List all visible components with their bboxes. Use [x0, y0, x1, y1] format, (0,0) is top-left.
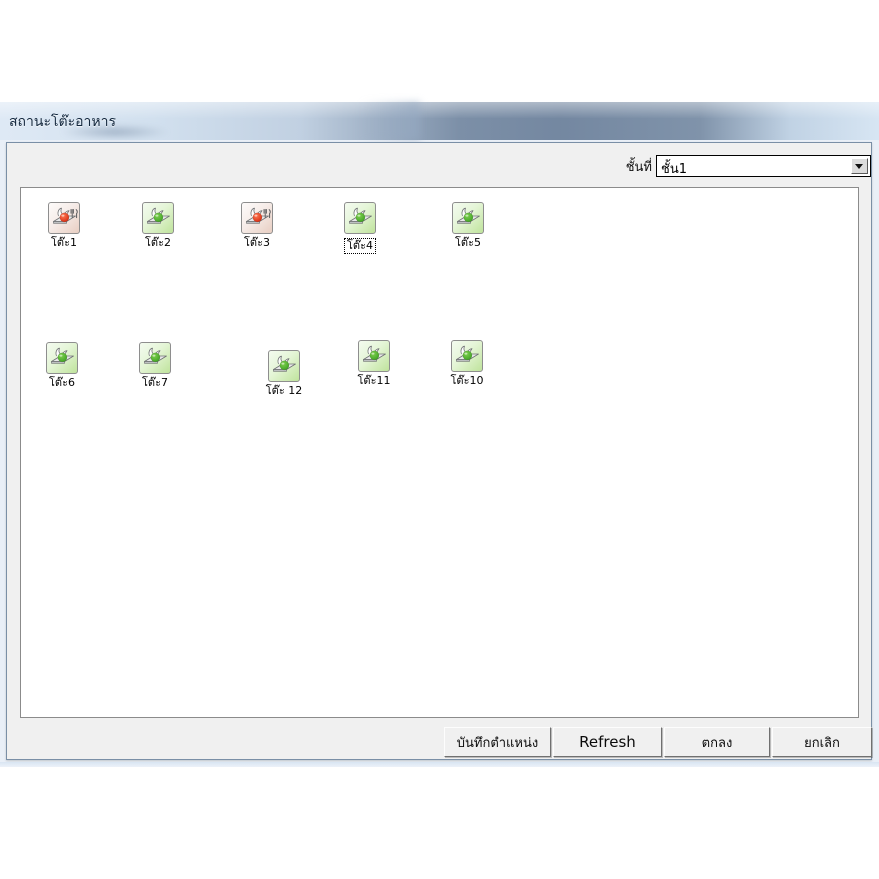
table-label-wrap: โต๊ะ4	[329, 234, 391, 254]
table-item[interactable]: โต๊ะ 12	[253, 350, 315, 398]
table-occupied-icon[interactable]	[48, 202, 80, 234]
cancel-button[interactable]: ยกเลิก	[772, 727, 872, 757]
titlebar-sheen	[0, 102, 879, 118]
table-label: โต๊ะ1	[51, 236, 77, 249]
window-bottom-edge	[0, 762, 879, 767]
table-free-icon[interactable]	[452, 202, 484, 234]
window-titlebar[interactable]: สถานะโต๊ะอาหาร	[0, 102, 879, 140]
table-item[interactable]: โต๊ะ1	[33, 202, 95, 250]
table-item[interactable]: โต๊ะ11	[343, 340, 405, 388]
table-label: โต๊ะ2	[145, 236, 171, 249]
save-position-button[interactable]: บันทึกตำแหน่ง	[444, 727, 551, 757]
window-title: สถานะโต๊ะอาหาร	[9, 114, 116, 130]
table-item[interactable]: โต๊ะ5	[437, 202, 499, 250]
table-item[interactable]: โต๊ะ7	[124, 342, 186, 390]
table-item[interactable]: โต๊ะ10	[436, 340, 498, 388]
table-label: โต๊ะ6	[49, 376, 75, 389]
table-item[interactable]: โต๊ะ2	[127, 202, 189, 250]
titlebar-blur-mid	[360, 102, 420, 140]
table-free-icon[interactable]	[139, 342, 171, 374]
table-free-icon[interactable]	[142, 202, 174, 234]
ok-button[interactable]: ตกลง	[664, 727, 770, 757]
table-label: โต๊ะ5	[455, 236, 481, 249]
table-free-icon[interactable]	[451, 340, 483, 372]
floor-select[interactable]: ชั้น1	[656, 155, 871, 177]
table-status-window: สถานะโต๊ะอาหาร ชั้นที่ ชั้น1 โต๊ะ1 โต๊ะ2 โ…	[0, 102, 879, 767]
table-label: โต๊ะ4	[344, 238, 376, 254]
tables-canvas[interactable]: โต๊ะ1 โต๊ะ2 โต๊ะ3 โต๊ะ4 โต๊ะ5 โต๊ะ6 โต๊ะ7 โต๊ะ …	[20, 187, 859, 718]
floor-label: ชั้นที่	[625, 160, 652, 175]
screen-root: สถานะโต๊ะอาหาร ชั้นที่ ชั้น1 โต๊ะ1 โต๊ะ2 โ…	[0, 0, 879, 879]
table-item[interactable]: โต๊ะ3	[226, 202, 288, 250]
client-area: ชั้นที่ ชั้น1 โต๊ะ1 โต๊ะ2 โต๊ะ3 โต๊ะ4 โต๊ะ5 โ…	[6, 142, 872, 760]
table-label: โต๊ะ3	[244, 236, 270, 249]
table-free-icon[interactable]	[358, 340, 390, 372]
table-item[interactable]: โต๊ะ4	[329, 202, 391, 254]
table-free-icon[interactable]	[46, 342, 78, 374]
table-item[interactable]: โต๊ะ6	[31, 342, 93, 390]
table-label: โต๊ะ7	[142, 376, 168, 389]
table-free-icon[interactable]	[268, 350, 300, 382]
table-occupied-icon[interactable]	[241, 202, 273, 234]
table-label: โต๊ะ 12	[265, 384, 303, 397]
floor-select-value: ชั้น1	[661, 162, 687, 177]
chevron-down-icon[interactable]	[851, 158, 868, 174]
table-label: โต๊ะ11	[357, 374, 391, 387]
floor-selector-row: ชั้นที่ ชั้น1	[7, 143, 871, 185]
refresh-button[interactable]: Refresh	[553, 727, 662, 757]
footer-button-bar: บันทึกตำแหน่ง Refresh ตกลง ยกเลิก	[7, 719, 872, 759]
table-label: โต๊ะ10	[450, 374, 484, 387]
table-free-icon[interactable]	[344, 202, 376, 234]
